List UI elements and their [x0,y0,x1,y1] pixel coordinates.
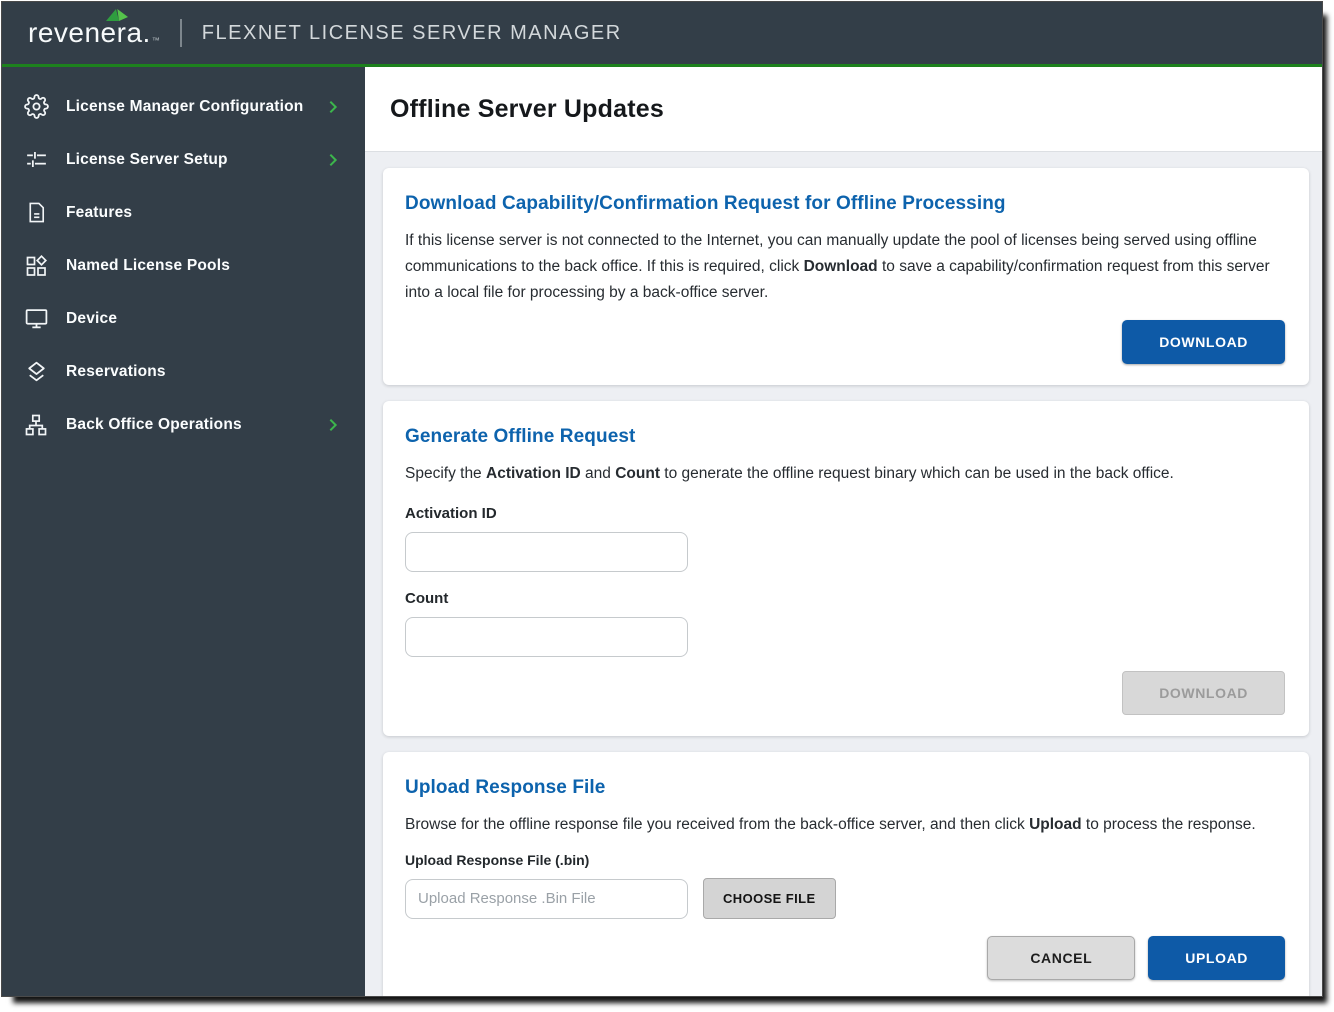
card-upload-response-file: Upload Response File Browse for the offl… [383,752,1309,996]
layers-diamond-icon [23,359,49,385]
page-title: Offline Server Updates [390,95,664,124]
count-label: Count [405,590,1285,607]
page-body: Download Capability/Confirmation Request… [365,152,1322,996]
upload-button[interactable]: UPLOAD [1148,936,1285,980]
generate-download-button[interactable]: DOWNLOAD [1122,671,1285,715]
card-generate-offline-request: Generate Offline Request Specify the Act… [383,401,1309,736]
card-title: Upload Response File [405,777,1285,799]
revenera-leaf-icon [105,8,130,22]
trademark-symbol: ™ [152,36,160,49]
sidebar-item-named-license-pools[interactable]: Named License Pools [2,239,365,292]
sidebar-item-label: Features [66,204,132,222]
card-description: If this license server is not connected … [405,228,1285,306]
main-content: Offline Server Updates Download Capabili… [365,67,1322,996]
upload-response-file-input[interactable] [405,879,688,919]
sidebar-item-license-manager-configuration[interactable]: License Manager Configuration [2,80,365,133]
page-header: Offline Server Updates [365,67,1322,152]
sidebar-item-license-server-setup[interactable]: License Server Setup [2,133,365,186]
download-request-button[interactable]: DOWNLOAD [1122,320,1285,364]
app-window: revenera. ™ FLEXNET LICENSE SERVER MANAG… [2,2,1322,996]
monitor-icon [23,306,49,332]
upload-response-file-label: Upload Response File (.bin) [405,852,1285,868]
card-description: Specify the Activation ID and Count to g… [405,461,1285,487]
top-header-bar: revenera. ™ FLEXNET LICENSE SERVER MANAG… [2,2,1322,64]
sidebar-item-label: Named License Pools [66,257,230,275]
chevron-right-icon [325,417,341,433]
count-input[interactable] [405,617,688,657]
card-title: Generate Offline Request [405,426,1285,448]
card-download-capability-request: Download Capability/Confirmation Request… [383,168,1309,385]
sidebar-item-label: License Server Setup [66,151,228,169]
sidebar-item-reservations[interactable]: Reservations [2,345,365,398]
choose-file-button[interactable]: CHOOSE FILE [703,878,836,919]
activation-id-label: Activation ID [405,505,1285,522]
sidebar-item-label: Device [66,310,117,328]
sidebar-nav: License Manager Configuration License Se… [2,67,365,996]
chevron-right-icon [325,99,341,115]
sidebar-item-device[interactable]: Device [2,292,365,345]
document-icon [23,200,49,226]
sidebar-item-label: Back Office Operations [66,416,242,434]
revenera-logo: revenera. ™ [28,17,160,49]
sliders-icon [23,147,49,173]
sidebar-item-back-office-operations[interactable]: Back Office Operations [2,398,365,451]
card-title: Download Capability/Confirmation Request… [405,193,1285,215]
sidebar-item-label: Reservations [66,363,166,381]
gear-icon [23,94,49,120]
chevron-right-icon [325,152,341,168]
header-divider [180,19,182,47]
activation-id-input[interactable] [405,532,688,572]
org-chart-icon [23,412,49,438]
cancel-button[interactable]: CANCEL [987,936,1135,980]
card-description: Browse for the offline response file you… [405,812,1285,838]
sidebar-item-features[interactable]: Features [2,186,365,239]
pools-grid-icon [23,253,49,279]
sidebar-item-label: License Manager Configuration [66,98,303,116]
brand-wordmark: revenera. [28,17,151,49]
product-title: FLEXNET LICENSE SERVER MANAGER [202,22,622,45]
